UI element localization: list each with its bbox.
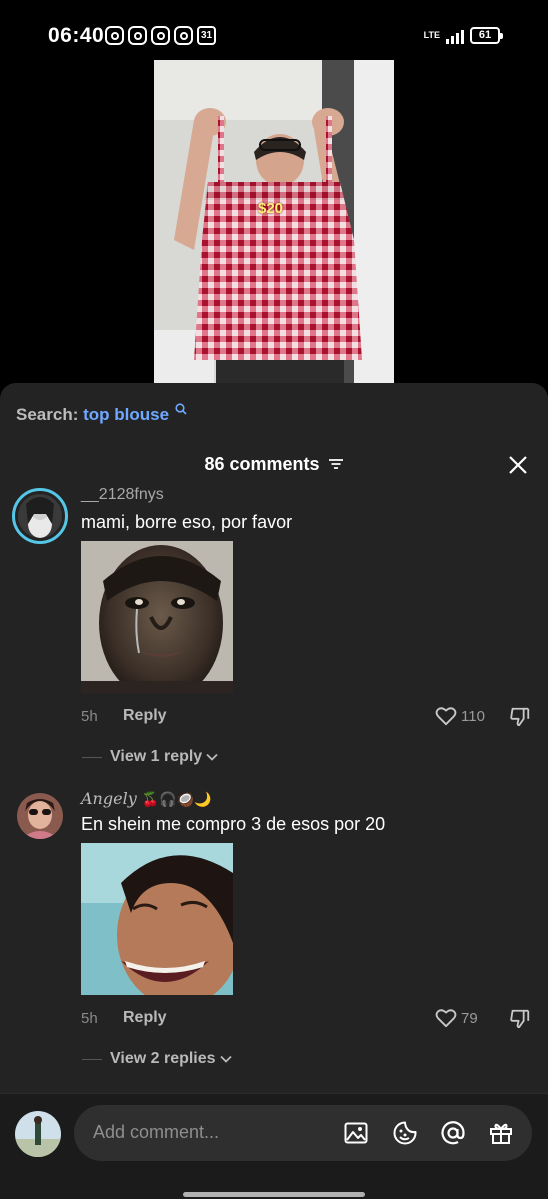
divider [82,756,102,758]
heart-icon [435,1009,457,1028]
comment-time: 5h [81,708,98,725]
comment-placeholder: Add comment... [93,1122,220,1142]
laughing-woman-sticker [81,843,233,995]
gift-icon[interactable] [488,1120,514,1146]
dislike-icon[interactable] [509,1008,531,1030]
comment-username[interactable]: __2128fnys [81,486,164,504]
username-text: Angely [81,789,137,808]
username-emojis: 🍒🎧🥥🌙 [141,792,212,808]
comments-sheet: Search: top blouse 86 comments __2128fny… [0,383,548,1199]
comment-image[interactable] [81,843,233,995]
comment-composer: Add comment... [0,1093,548,1199]
comment-username[interactable]: Angely 🍒🎧🥥🌙 [81,789,212,808]
chevron-down-icon [206,753,218,761]
search-prefix: Search: [16,405,79,424]
calendar-icon: 31 [197,26,216,45]
mention-icon[interactable] [440,1120,466,1146]
instagram-icon [128,26,147,45]
view-replies-button[interactable]: View 2 replies [82,1050,232,1068]
search-term[interactable]: top blouse [83,405,169,424]
comment-text: mami, borre eso, por favor [81,512,293,532]
comment-input[interactable]: Add comment... [74,1105,532,1161]
comment-text: En shein me compro 3 de esos por 20 [81,814,386,834]
status-indicators: LTE 61 [423,27,503,44]
comment-image[interactable] [81,541,233,693]
comment-time: 5h [81,1010,98,1027]
dislike-icon[interactable] [509,706,531,728]
emoji-icon[interactable] [392,1120,418,1146]
avatar-image [15,1111,61,1157]
instagram-icon [105,26,124,45]
view-replies-label: View 2 replies [110,1050,216,1067]
chevron-down-icon [219,1055,232,1063]
heart-icon [435,707,457,726]
image-icon[interactable] [343,1120,369,1146]
like-count: 79 [461,1009,478,1027]
battery-icon: 61 [470,27,503,44]
close-icon[interactable] [506,453,530,477]
video-frame [154,60,394,384]
network-label: LTE [423,30,440,40]
my-avatar [15,1111,61,1157]
instagram-icon [151,26,170,45]
comment-count: 86 comments [204,453,320,474]
sort-icon[interactable] [328,457,344,471]
view-replies-button[interactable]: View 1 reply [82,748,218,766]
video-player[interactable]: $20 [154,60,394,384]
avatar-image [18,494,62,538]
like-button[interactable]: 79 [435,1008,478,1028]
avatar[interactable] [17,793,63,839]
signal-icon [446,28,464,44]
comments-header[interactable]: 86 comments [0,453,548,477]
divider [82,1058,102,1060]
view-replies-label: View 1 reply [110,748,203,765]
instagram-icon [174,26,193,45]
like-button[interactable]: 110 [435,706,485,726]
like-count: 110 [461,707,485,725]
notification-icons: 31 [105,26,216,45]
price-overlay: $20 [258,200,284,217]
status-time: 06:40 [48,24,105,47]
search-suggestion[interactable]: Search: top blouse [16,403,187,425]
search-icon [175,403,187,415]
reply-button[interactable]: Reply [123,707,167,725]
home-indicator[interactable] [183,1192,365,1197]
avatar-image [17,793,63,839]
avatar[interactable] [12,488,68,544]
reply-button[interactable]: Reply [123,1009,167,1027]
crying-man-sticker [81,541,233,693]
